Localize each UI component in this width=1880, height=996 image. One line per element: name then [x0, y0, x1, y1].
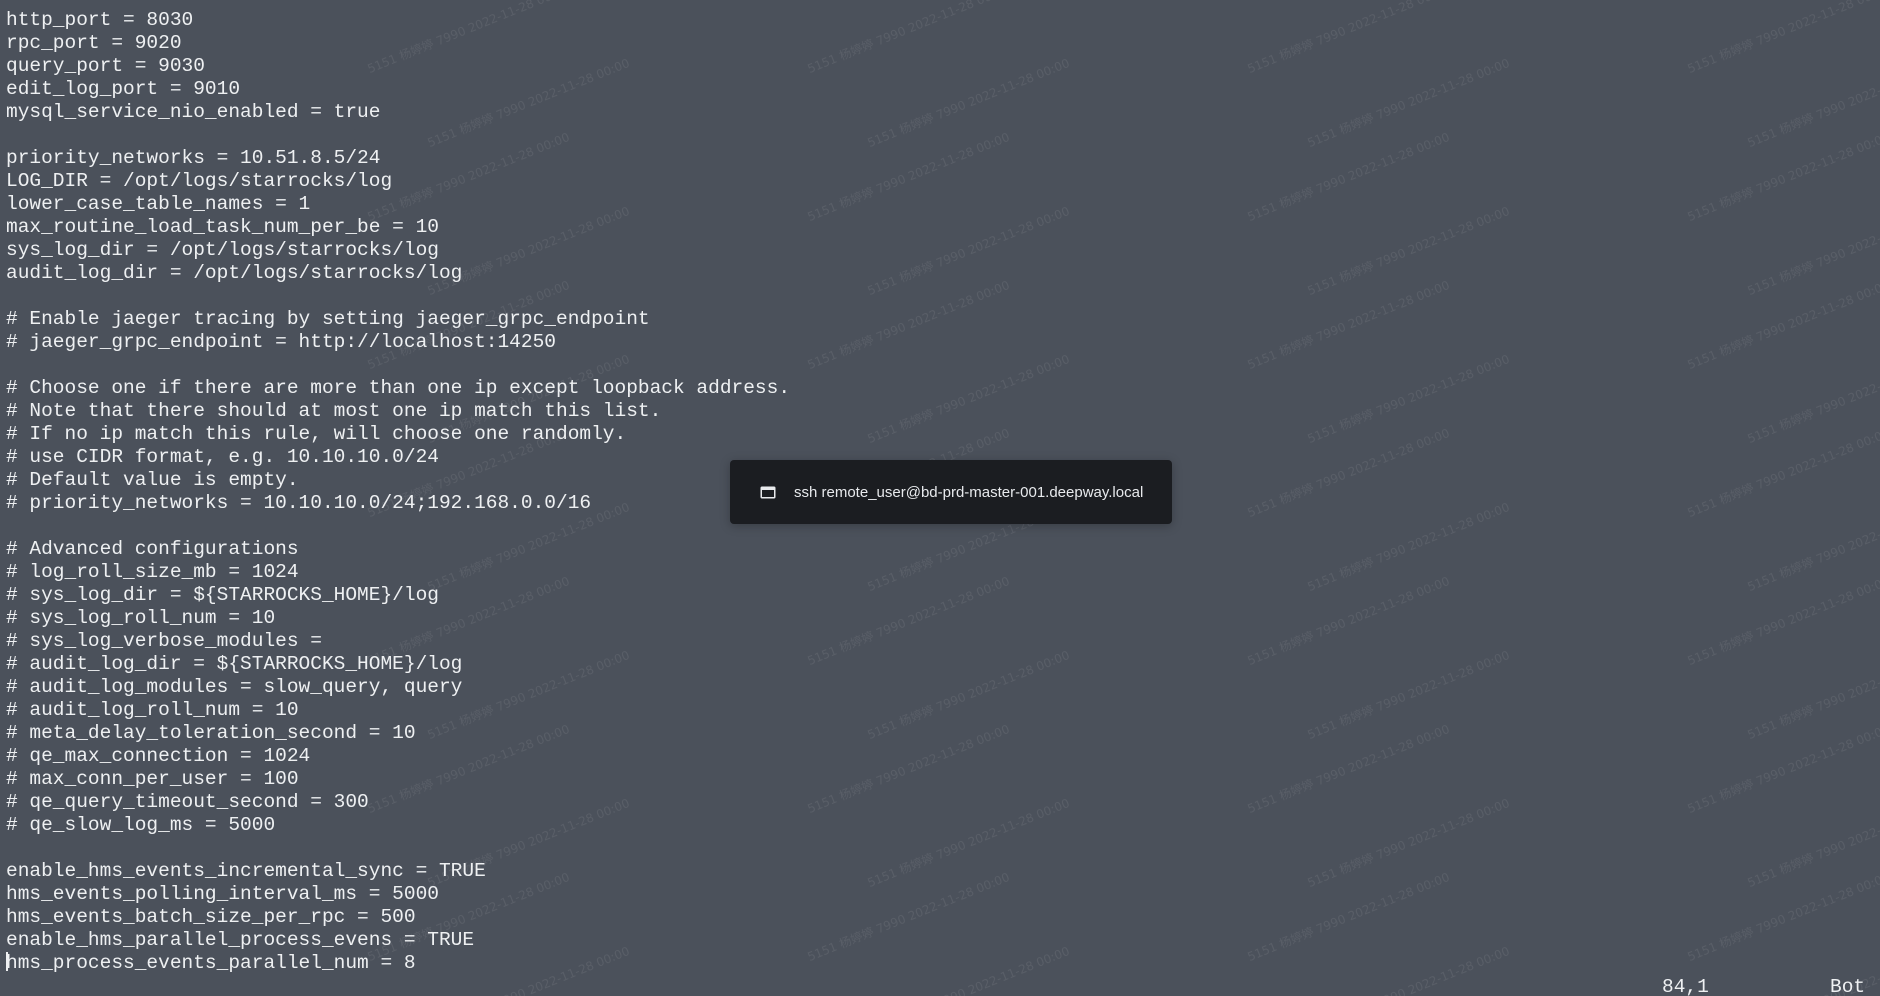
editor-line[interactable]: # Enable jaeger tracing by setting jaege… [6, 308, 790, 331]
watermark-text: 5151 杨婷婷 7990 2022-11-28 00:00 [1245, 425, 1452, 521]
editor-line[interactable]: LOG_DIR = /opt/logs/starrocks/log [6, 170, 790, 193]
editor-line[interactable]: query_port = 9030 [6, 55, 790, 78]
watermark-text: 5151 杨婷婷 7990 2022-11-28 00:00 [1745, 204, 1880, 299]
watermark-text: 5151 杨婷婷 7990 2022-11-28 00:00 [1745, 352, 1880, 447]
watermark-text: 5151 杨婷婷 7990 2022-11-28 00:00 [805, 721, 1012, 817]
editor-line[interactable]: # qe_max_connection = 1024 [6, 745, 790, 768]
ssh-session-notification[interactable]: ssh remote_user@bd-prd-master-001.deepwa… [730, 460, 1172, 524]
editor-line[interactable]: enable_hms_parallel_process_evens = TRUE [6, 929, 790, 952]
watermark-text: 5151 杨婷婷 7990 2022-11-28 00:00 [1745, 500, 1880, 595]
watermark-text: 5151 杨婷婷 7990 2022-11-28 00:00 [1685, 425, 1880, 521]
watermark-text: 5151 杨婷婷 7990 2022-11-28 00:00 [805, 129, 1012, 225]
editor-line[interactable]: # sys_log_dir = ${STARROCKS_HOME}/log [6, 584, 790, 607]
editor-line[interactable]: # Choose one if there are more than one … [6, 377, 790, 400]
editor-line[interactable]: # max_conn_per_user = 100 [6, 768, 790, 791]
watermark-text: 5151 杨婷婷 7990 2022-11-28 00:00 [1245, 0, 1452, 77]
watermark-text: 5151 杨婷婷 7990 2022-11-28 00:00 [1245, 277, 1452, 373]
notification-text: ssh remote_user@bd-prd-master-001.deepwa… [794, 483, 1144, 501]
editor-line[interactable]: lower_case_table_names = 1 [6, 193, 790, 216]
editor-line[interactable]: priority_networks = 10.51.8.5/24 [6, 147, 790, 170]
watermark-text: 5151 杨婷婷 7990 2022-11-28 00:00 [1305, 55, 1512, 151]
watermark-text: 5151 杨婷婷 7990 2022-11-28 00:00 [1745, 796, 1880, 891]
watermark-text: 5151 杨婷婷 7990 2022-11-28 00:00 [1305, 647, 1512, 743]
watermark-text: 5151 杨婷婷 7990 2022-11-28 00:00 [865, 647, 1072, 743]
editor-line[interactable] [6, 837, 790, 860]
watermark-text: 5151 杨婷婷 7990 2022-11-28 00:00 [1305, 795, 1512, 891]
editor-line[interactable]: edit_log_port = 9010 [6, 78, 790, 101]
watermark-text: 5151 杨婷婷 7990 2022-11-28 00:00 [1745, 56, 1880, 151]
watermark-text: 5151 杨婷婷 7990 2022-11-28 00:00 [805, 0, 1012, 77]
text-cursor [6, 952, 8, 971]
editor-line[interactable]: # meta_delay_toleration_second = 10 [6, 722, 790, 745]
editor-line[interactable]: enable_hms_events_incremental_sync = TRU… [6, 860, 790, 883]
editor-line[interactable]: # qe_slow_log_ms = 5000 [6, 814, 790, 837]
watermark-text: 5151 杨婷婷 7990 2022-11-28 00:00 [1245, 573, 1452, 669]
watermark-text: 5151 杨婷婷 7990 2022-11-28 00:00 [1245, 129, 1452, 225]
watermark-text: 5151 杨婷婷 7990 2022-11-28 00:00 [865, 351, 1072, 447]
watermark-text: 5151 杨婷婷 7990 2022-11-28 00:00 [1305, 943, 1512, 996]
watermark-text: 5151 杨婷婷 7990 2022-11-28 00:00 [865, 943, 1072, 996]
editor-line[interactable]: # jaeger_grpc_endpoint = http://localhos… [6, 331, 790, 354]
watermark-text: 5151 杨婷婷 7990 2022-11-28 00:00 [1685, 0, 1880, 77]
watermark-text: 5151 杨婷婷 7990 2022-11-28 00:00 [865, 203, 1072, 299]
editor-line[interactable] [6, 285, 790, 308]
editor-line[interactable]: # audit_log_roll_num = 10 [6, 699, 790, 722]
scroll-position-indicator: Bot [1830, 976, 1866, 996]
editor-line[interactable]: # qe_query_timeout_second = 300 [6, 791, 790, 814]
editor-line[interactable]: # use CIDR format, e.g. 10.10.10.0/24 [6, 446, 790, 469]
editor-line[interactable]: hms_events_polling_interval_ms = 5000 [6, 883, 790, 906]
terminal-window[interactable]: 5151 杨婷婷 7990 2022-11-28 00:00 5151 杨婷婷 7… [0, 0, 1880, 996]
editor-line[interactable]: audit_log_dir = /opt/logs/starrocks/log [6, 262, 790, 285]
watermark-text: 5151 杨婷婷 7990 2022-11-28 00:00 [1685, 277, 1880, 373]
editor-buffer[interactable]: http_port = 8030 rpc_port = 9020 query_por… [6, 9, 790, 975]
watermark-text: 5151 杨婷婷 7990 2022-11-28 00:00 [865, 795, 1072, 891]
editor-line[interactable]: # Advanced configurations [6, 538, 790, 561]
watermark-text: 5151 杨婷婷 7990 2022-11-28 00:00 [1685, 869, 1880, 965]
window-icon [760, 486, 776, 499]
watermark-text: 5151 杨婷婷 7990 2022-11-28 00:00 [1685, 573, 1880, 669]
watermark-text: 5151 杨婷婷 7990 2022-11-28 00:00 [805, 573, 1012, 669]
watermark-text: 5151 杨婷婷 7990 2022-11-28 00:00 [1305, 499, 1512, 595]
editor-line[interactable]: http_port = 8030 [6, 9, 790, 32]
editor-line[interactable]: # sys_log_roll_num = 10 [6, 607, 790, 630]
editor-line[interactable] [6, 124, 790, 147]
editor-line[interactable]: # audit_log_modules = slow_query, query [6, 676, 790, 699]
watermark-text: 5151 杨婷婷 7990 2022-11-28 00:00 [1245, 869, 1452, 965]
watermark-text: 5151 杨婷婷 7990 2022-11-28 00:00 [805, 869, 1012, 965]
watermark-text: 5151 杨婷婷 7990 2022-11-28 00:00 [1305, 203, 1512, 299]
editor-line[interactable]: # sys_log_verbose_modules = [6, 630, 790, 653]
watermark-text: 5151 杨婷婷 7990 2022-11-28 00:00 [1685, 721, 1880, 817]
editor-line[interactable]: # log_roll_size_mb = 1024 [6, 561, 790, 584]
editor-line[interactable]: hms_process_events_parallel_num = 8 [6, 952, 790, 975]
watermark-text: 5151 杨婷婷 7990 2022-11-28 00:00 [805, 277, 1012, 373]
editor-line[interactable]: sys_log_dir = /opt/logs/starrocks/log [6, 239, 790, 262]
editor-line[interactable]: # priority_networks = 10.10.10.0/24;192.… [6, 492, 790, 515]
watermark-text: 5151 杨婷婷 7990 2022-11-28 00:00 [1245, 721, 1452, 817]
editor-line[interactable] [6, 515, 790, 538]
editor-line[interactable] [6, 354, 790, 377]
watermark-text: 5151 杨婷婷 7990 2022-11-28 00:00 [1305, 351, 1512, 447]
watermark-text: 5151 杨婷婷 7990 2022-11-28 00:00 [1685, 129, 1880, 225]
editor-line[interactable]: # If no ip match this rule, will choose … [6, 423, 790, 446]
editor-line[interactable]: # Default value is empty. [6, 469, 790, 492]
watermark-text: 5151 杨婷婷 7990 2022-11-28 00:00 [865, 55, 1072, 151]
editor-line[interactable]: rpc_port = 9020 [6, 32, 790, 55]
cursor-position-indicator: 84,1 [1662, 976, 1709, 996]
editor-line[interactable]: # audit_log_dir = ${STARROCKS_HOME}/log [6, 653, 790, 676]
editor-line[interactable]: max_routine_load_task_num_per_be = 10 [6, 216, 790, 239]
editor-line[interactable]: mysql_service_nio_enabled = true [6, 101, 790, 124]
editor-line[interactable]: hms_events_batch_size_per_rpc = 500 [6, 906, 790, 929]
watermark-text: 5151 杨婷婷 7990 2022-11-28 00:00 [1745, 648, 1880, 743]
editor-line[interactable]: # Note that there should at most one ip … [6, 400, 790, 423]
